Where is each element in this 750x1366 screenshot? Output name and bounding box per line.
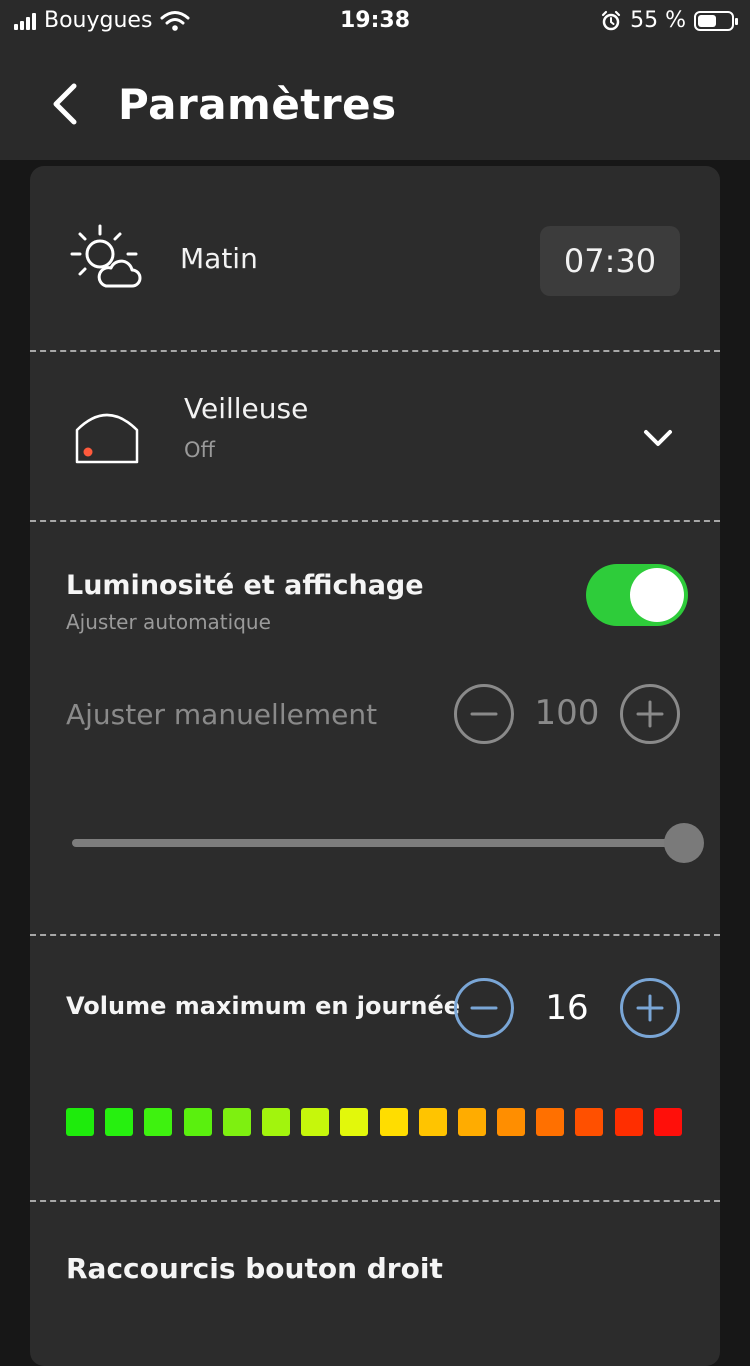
brightness-plus-button[interactable] [620, 684, 680, 744]
chevron-down-icon[interactable] [638, 424, 678, 452]
plus-icon [636, 700, 664, 728]
auto-brightness-toggle[interactable] [586, 564, 688, 626]
divider [30, 934, 720, 936]
volume-level-square [457, 1108, 486, 1136]
volume-level-square [497, 1108, 526, 1136]
alarm-time-button[interactable]: 07:30 [540, 226, 680, 296]
shortcuts-title: Raccourcis bouton droit [66, 1252, 443, 1285]
sun-cloud-icon [70, 224, 142, 288]
divider [30, 1200, 720, 1202]
volume-level-square [301, 1108, 330, 1136]
back-button[interactable] [44, 82, 88, 126]
volume-level-square [614, 1108, 643, 1136]
volume-title: Volume maximum en journée [66, 992, 461, 1020]
minus-icon [470, 712, 498, 716]
brightness-slider-thumb[interactable] [664, 823, 704, 863]
brightness-minus-button[interactable] [454, 684, 514, 744]
brightness-slider-track[interactable] [72, 839, 684, 847]
volume-level-square [261, 1108, 290, 1136]
volume-level-square [183, 1108, 212, 1136]
volume-level-bar [66, 1108, 682, 1136]
divider [30, 520, 720, 522]
volume-level-square [66, 1108, 94, 1136]
volume-plus-button[interactable] [620, 978, 680, 1038]
toggle-knob [630, 568, 684, 622]
brightness-value: 100 [534, 693, 600, 733]
nav-bar: Paramètres [0, 44, 750, 160]
volume-level-square [222, 1108, 251, 1136]
volume-level-square [105, 1108, 134, 1136]
volume-level-square [575, 1108, 604, 1136]
battery-fill [698, 14, 716, 27]
volume-level-square [536, 1108, 565, 1136]
brightness-subtitle: Ajuster automatique [66, 610, 271, 634]
nightlight-title: Veilleuse [184, 392, 309, 425]
page-title: Paramètres [118, 80, 397, 129]
nightlight-icon [75, 413, 139, 464]
nightlight-status: Off [184, 438, 215, 462]
battery-icon [694, 10, 738, 31]
plus-icon [636, 994, 664, 1022]
volume-value: 16 [545, 988, 589, 1028]
settings-card: Matin 07:30 Veilleuse Off Luminosité et … [30, 166, 720, 1366]
manual-brightness-label: Ajuster manuellement [66, 698, 378, 731]
status-right: 55 % [600, 8, 738, 33]
brightness-title: Luminosité et affichage [66, 570, 424, 601]
minus-icon [470, 1006, 498, 1010]
volume-level-square [418, 1108, 447, 1136]
volume-level-square [144, 1108, 173, 1136]
volume-minus-button[interactable] [454, 978, 514, 1038]
volume-level-square [340, 1108, 369, 1136]
volume-level-square [379, 1108, 408, 1136]
volume-level-square [653, 1108, 682, 1136]
alarm-clock-icon [601, 10, 621, 30]
battery-percent: 55 % [630, 8, 686, 33]
chevron-left-icon [53, 83, 77, 125]
status-bar: Bouygues 19:38 55 % [0, 0, 750, 44]
alarm-label: Matin [180, 242, 258, 275]
